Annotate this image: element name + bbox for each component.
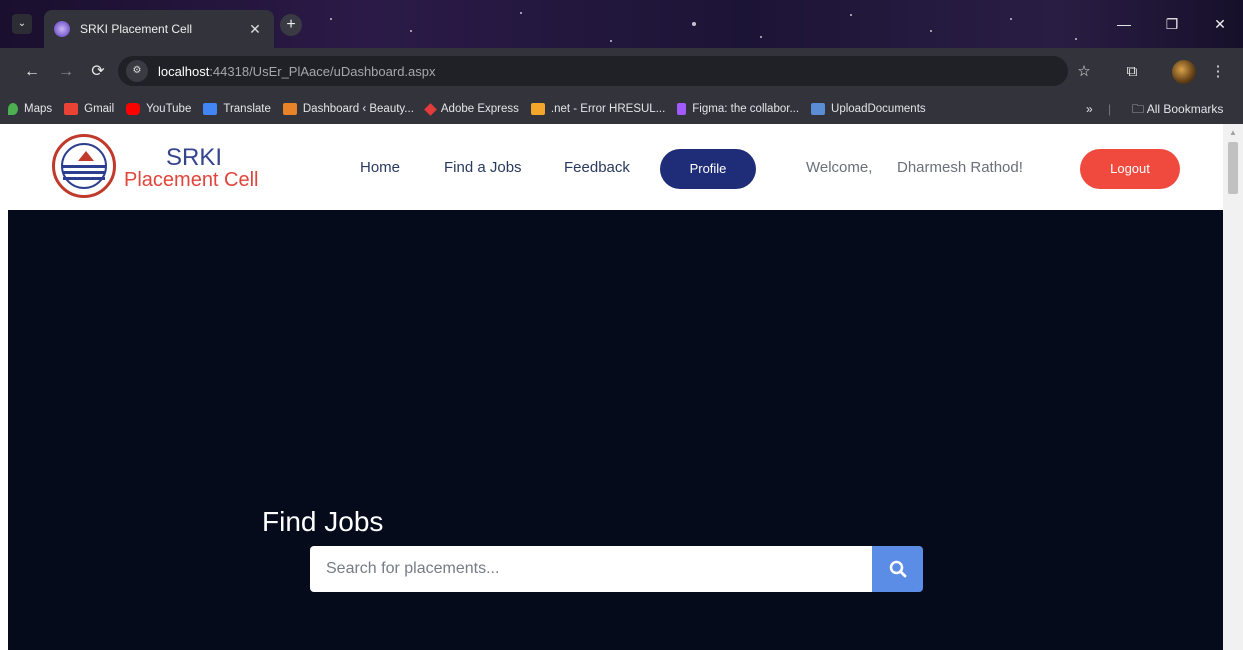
logout-button[interactable]: Logout <box>1080 149 1180 189</box>
restore-icon[interactable]: ❐ <box>1152 0 1192 48</box>
new-tab-button[interactable]: + <box>280 14 302 36</box>
site-favicon-icon <box>54 21 70 37</box>
bookmark-youtube[interactable]: YouTube <box>126 103 191 115</box>
more-bookmarks-icon[interactable]: » <box>1086 94 1093 124</box>
folder-icon: 🗀 <box>1132 102 1145 116</box>
bookmark-gmail[interactable]: Gmail <box>64 103 114 115</box>
tab-title: SRKI Placement Cell <box>80 22 193 36</box>
nav-home[interactable]: Home <box>360 159 400 176</box>
url-path: :44318/UsEr_PlAace/uDashboard.aspx <box>209 63 436 79</box>
extensions-icon[interactable]: ⧉ <box>1120 60 1144 84</box>
minimize-icon[interactable]: — <box>1104 0 1144 48</box>
translate-icon <box>203 103 218 115</box>
adobe-express-icon <box>424 102 437 116</box>
page-viewport: SRKI Placement Cell Home Find a Jobs Fee… <box>8 124 1223 650</box>
bookmark-maps[interactable]: Maps <box>8 103 52 115</box>
stackoverflow-icon <box>530 103 545 115</box>
youtube-icon <box>126 103 141 115</box>
maps-icon <box>8 103 18 115</box>
hero-section: Find Jobs <box>8 210 1223 650</box>
address-bar[interactable]: ⚙ localhost :44318/UsEr_PlAace/uDashboar… <box>118 56 1068 86</box>
job-search-input[interactable] <box>310 546 873 592</box>
bookmark-dashboard[interactable]: Dashboard ‹ Beauty... <box>282 103 414 115</box>
all-bookmarks-button[interactable]: 🗀 All Bookmarks <box>1132 94 1223 124</box>
dashboard-icon <box>282 103 297 115</box>
brand-subtitle: Placement Cell <box>124 169 259 191</box>
scroll-thumb[interactable] <box>1228 142 1238 194</box>
bookmark-star-icon[interactable]: ☆ <box>1072 60 1096 84</box>
bookmark-figma[interactable]: Figma: the collabor... <box>677 103 799 115</box>
profile-avatar-icon[interactable] <box>1172 60 1196 84</box>
browser-tab-active[interactable]: SRKI Placement Cell ✕ <box>44 10 274 48</box>
hero-title: Find Jobs <box>262 506 384 537</box>
search-icon <box>889 560 906 578</box>
bookmarks-divider: | <box>1108 102 1112 116</box>
figma-icon <box>677 103 687 115</box>
browser-tab-strip: ⌄ SRKI Placement Cell ✕ + — ❐ ✕ <box>0 0 1243 48</box>
reload-icon[interactable]: ⟳ <box>86 60 110 84</box>
nav-feedback[interactable]: Feedback <box>564 159 630 176</box>
profile-button[interactable]: Profile <box>660 149 756 189</box>
bookmark-adobe-express[interactable]: Adobe Express <box>424 102 519 116</box>
browser-toolbar: ← → ⟳ ⚙ localhost :44318/UsEr_PlAace/uDa… <box>0 48 1243 94</box>
bookmark-translate[interactable]: Translate <box>203 103 271 115</box>
upload-documents-icon <box>811 103 826 115</box>
welcome-label: Welcome, <box>806 159 873 176</box>
close-window-icon[interactable]: ✕ <box>1200 0 1240 48</box>
srki-logo-icon[interactable] <box>52 134 116 198</box>
user-name: Dharmesh Rathod! <box>897 159 1023 176</box>
brand-name: SRKI <box>166 144 223 171</box>
back-icon[interactable]: ← <box>20 60 44 84</box>
scroll-up-icon[interactable]: ▲ <box>1229 128 1237 137</box>
url-host: localhost <box>158 63 210 79</box>
bookmark-net-error[interactable]: .net - Error HRESUL... <box>530 103 665 115</box>
page-scrollbar[interactable]: ▲ <box>1223 124 1243 650</box>
tab-close-icon[interactable]: ✕ <box>246 21 264 38</box>
browser-menu-icon[interactable]: ⋮ <box>1206 60 1230 84</box>
search-button[interactable] <box>872 546 923 592</box>
bookmarks-bar: Maps Gmail YouTube Translate Dashboard ‹… <box>0 94 1243 124</box>
site-info-icon[interactable]: ⚙ <box>126 60 148 82</box>
gmail-icon <box>64 103 79 115</box>
site-header: SRKI Placement Cell Home Find a Jobs Fee… <box>8 124 1223 210</box>
tab-search-button[interactable]: ⌄ <box>12 14 32 34</box>
forward-icon[interactable]: → <box>54 60 78 84</box>
nav-find-jobs[interactable]: Find a Jobs <box>444 159 522 176</box>
bookmark-upload-documents[interactable]: UploadDocuments <box>811 103 926 115</box>
